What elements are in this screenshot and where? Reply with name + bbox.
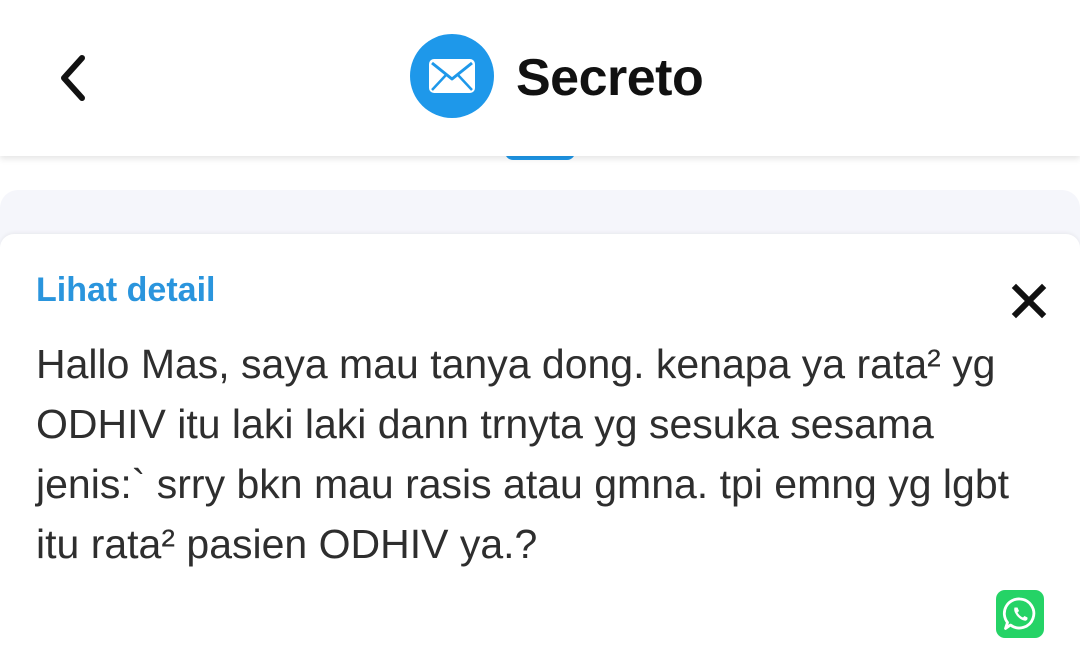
whatsapp-icon [1002,597,1036,630]
chevron-left-icon [61,55,85,101]
top-app-bar: Secreto [0,0,1080,156]
app-title: Secreto [516,49,704,107]
message-text: Hallo Mas, saya mau tanya dong. kenapa y… [36,341,1010,567]
whatsapp-share-button[interactable] [996,590,1044,638]
close-button[interactable] [1010,282,1048,320]
app-screen: Secreto Lihat detail Hallo Mas, saya mau… [0,0,1080,648]
envelope-icon [429,59,475,93]
back-button[interactable] [50,52,98,104]
detail-link[interactable]: Lihat detail [36,270,215,310]
close-icon [1011,283,1047,319]
message-card: Lihat detail Hallo Mas, saya mau tanya d… [0,234,1080,648]
app-logo [410,34,494,118]
